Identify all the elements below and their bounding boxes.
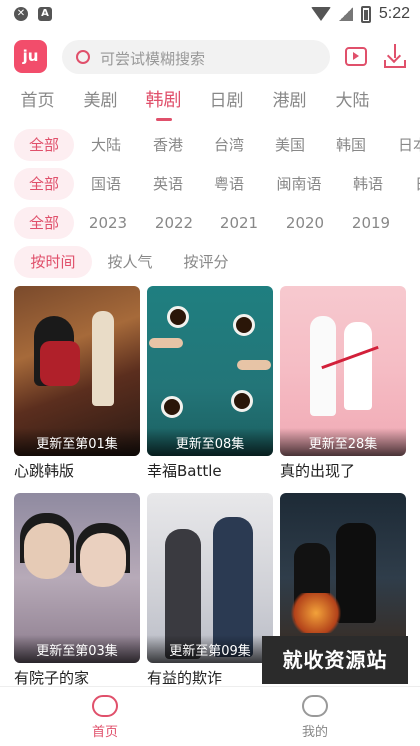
filter-year-all[interactable]: 全部 <box>14 207 74 239</box>
tab-us-drama[interactable]: 美剧 <box>69 86 132 120</box>
tab-home[interactable]: 首页 <box>6 86 69 120</box>
nav-profile-label: 我的 <box>301 725 328 740</box>
drama-title[interactable]: 幸福Battle <box>147 460 277 481</box>
filter-year-option[interactable]: 2022 <box>148 207 200 239</box>
drama-poster[interactable]: 更新至第03集 <box>14 493 140 663</box>
episode-badge: 更新至第01集 <box>36 437 118 452</box>
drama-title[interactable]: 心跳韩版 <box>14 460 144 481</box>
filter-language-option[interactable]: 英语 <box>142 168 194 200</box>
filter-year-row: 全部 2023 2022 2021 2020 2019 <box>0 207 420 239</box>
filter-region-option[interactable]: 日本 <box>387 129 420 161</box>
episode-badge: 更新至08集 <box>175 437 245 452</box>
nav-home[interactable]: 首页 <box>65 695 145 740</box>
tv-cast-icon[interactable] <box>345 47 367 66</box>
filter-region-option[interactable]: 台湾 <box>203 129 255 161</box>
status-time: 5:22 <box>378 5 410 22</box>
filter-language-option[interactable]: 韩语 <box>342 168 394 200</box>
drama-title[interactable]: 真的出现了 <box>280 460 410 481</box>
filter-language-all[interactable]: 全部 <box>14 168 74 200</box>
filter-language-option[interactable]: 闽南语 <box>268 168 330 200</box>
filter-region-row: 全部 大陆 香港 台湾 美国 韩国 日本 <box>0 129 420 161</box>
tab-japanese-drama[interactable]: 日剧 <box>195 86 258 120</box>
watermark-overlay: 就收资源站 <box>262 636 408 684</box>
search-icon <box>76 50 90 64</box>
battery-icon <box>360 5 371 23</box>
sort-row: 按时间 按人气 按评分 <box>0 246 420 278</box>
filter-region-option[interactable]: 大陆 <box>80 129 132 161</box>
search-placeholder: 可尝试模糊搜索 <box>100 50 206 68</box>
filter-year-option[interactable]: 2023 <box>82 207 134 239</box>
top-bar: ju 可尝试模糊搜索 <box>0 34 420 80</box>
category-tabs: 首页 美剧 韩剧 日剧 港剧 大陆 <box>0 86 420 121</box>
drama-title[interactable]: 有益的欺诈 <box>147 667 277 688</box>
close-notification-icon: ✕ <box>14 7 28 21</box>
drama-poster[interactable]: 更新至08集 <box>147 286 273 456</box>
sort-by-time[interactable]: 按时间 <box>14 246 92 278</box>
filter-language-option[interactable]: 日语 <box>404 168 420 200</box>
filter-region-option[interactable]: 韩国 <box>325 129 377 161</box>
app-notification-icon: A <box>38 7 52 21</box>
filter-year-option[interactable]: 2021 <box>213 207 265 239</box>
episode-badge: 更新至28集 <box>308 437 378 452</box>
signal-icon <box>338 7 353 21</box>
drama-poster[interactable]: 更新至第09集 <box>147 493 273 663</box>
search-bar[interactable]: 可尝试模糊搜索 <box>62 40 330 74</box>
home-icon <box>92 695 118 717</box>
nav-profile[interactable]: 我的 <box>275 695 355 740</box>
sort-by-popularity[interactable]: 按人气 <box>100 246 160 278</box>
episode-badge: 更新至第03集 <box>36 644 118 659</box>
filter-year-option[interactable]: 2019 <box>345 207 397 239</box>
nav-home-label: 首页 <box>91 725 118 740</box>
tab-korean-drama[interactable]: 韩剧 <box>132 86 195 121</box>
drama-poster[interactable]: 更新至28集 <box>280 286 406 456</box>
profile-icon <box>302 695 328 717</box>
tab-mainland[interactable]: 大陆 <box>321 86 384 120</box>
filter-language-row: 全部 国语 英语 粤语 闽南语 韩语 日语 <box>0 168 420 200</box>
download-icon[interactable] <box>384 44 406 68</box>
wifi-icon <box>310 7 331 21</box>
drama-poster[interactable]: 更新至第01集 <box>14 286 140 456</box>
tab-hk-drama[interactable]: 港剧 <box>258 86 321 120</box>
episode-badge: 更新至第09集 <box>169 644 251 659</box>
filter-region-option[interactable]: 美国 <box>264 129 316 161</box>
app-logo: ju <box>14 40 47 73</box>
filter-region-option[interactable]: 香港 <box>142 129 194 161</box>
drama-title[interactable]: 有院子的家 <box>14 667 144 688</box>
filter-language-option[interactable]: 粤语 <box>203 168 255 200</box>
filter-language-option[interactable]: 国语 <box>80 168 132 200</box>
bottom-nav: 首页 我的 <box>0 686 420 746</box>
filter-region-all[interactable]: 全部 <box>14 129 74 161</box>
sort-by-rating[interactable]: 按评分 <box>176 246 236 278</box>
filter-year-option[interactable]: 2020 <box>279 207 331 239</box>
status-bar: ✕ A 5:22 <box>0 0 420 30</box>
